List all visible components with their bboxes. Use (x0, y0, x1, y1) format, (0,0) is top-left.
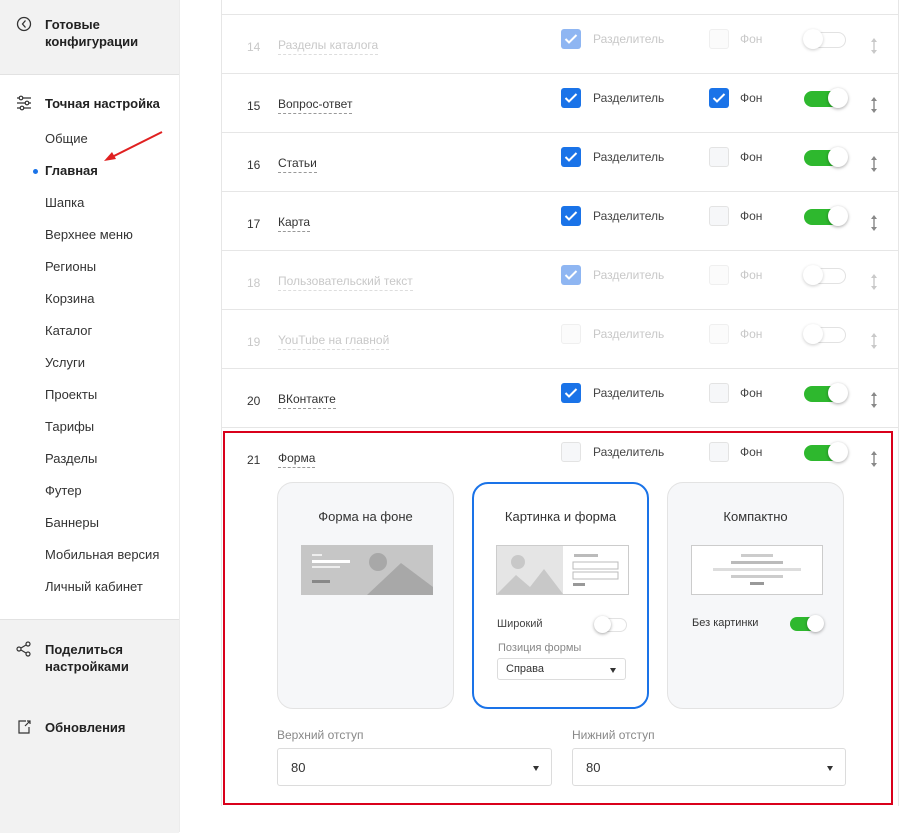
row-number: 19 (247, 335, 261, 349)
table-row: 17 Карта Разделитель Фон (222, 192, 898, 251)
drag-sort-icon[interactable] (870, 273, 878, 291)
sidebar-item-account[interactable]: Личный кабинет (45, 579, 143, 595)
highlight-frame (223, 431, 893, 805)
row-enable-toggle[interactable] (804, 206, 848, 226)
sidebar-item-catalog[interactable]: Каталог (45, 323, 92, 339)
row-enable-toggle[interactable] (804, 88, 848, 108)
table-row: 14 Разделы каталога Разделитель Фон (222, 15, 898, 74)
background-label: Фон (740, 150, 763, 164)
sidebar-item-general[interactable]: Общие (45, 131, 88, 147)
active-dot (33, 169, 38, 174)
divider-label: Разделитель (593, 386, 665, 400)
background-checkbox[interactable] (709, 383, 729, 403)
divider-label: Разделитель (593, 32, 665, 46)
table-row: 19 YouTube на главной Разделитель Фон (222, 310, 898, 369)
background-label: Фон (740, 386, 763, 400)
drag-sort-icon[interactable] (870, 391, 878, 409)
drag-sort-icon[interactable] (870, 155, 878, 173)
row-title-link[interactable]: Карта (278, 215, 311, 232)
table-row: 18 Пользовательский текст Разделитель Фон (222, 251, 898, 310)
background-label: Фон (740, 91, 763, 105)
row-title-link[interactable]: Разделы каталога (278, 38, 379, 55)
sidebar-section-fine-tuning[interactable]: Точная настройка (45, 95, 160, 112)
divider-checkbox[interactable] (561, 29, 581, 49)
row-enable-toggle[interactable] (803, 29, 846, 49)
drag-sort-icon[interactable] (870, 37, 878, 55)
sidebar-item-sections[interactable]: Разделы (45, 451, 97, 467)
sidebar-item-services[interactable]: Услуги (45, 355, 85, 371)
sidebar-item-footer[interactable]: Футер (45, 483, 82, 499)
background-label: Фон (740, 209, 763, 223)
row-enable-toggle[interactable] (803, 265, 846, 285)
sidebar-item-cart[interactable]: Корзина (45, 291, 95, 307)
presets-icon (16, 16, 32, 32)
row-enable-toggle[interactable] (804, 383, 848, 403)
row-number: 20 (247, 394, 261, 408)
sidebar-item-banners[interactable]: Баннеры (45, 515, 99, 531)
sliders-icon (17, 95, 31, 111)
sidebar-bottom-block: Поделиться настройками Обновления (0, 619, 179, 833)
divider-label: Разделитель (593, 209, 665, 223)
background-checkbox[interactable] (709, 206, 729, 226)
drag-sort-icon[interactable] (870, 214, 878, 232)
sidebar-item-main[interactable]: Главная (45, 163, 98, 179)
sidebar-top-block: Готовые конфигурации (0, 0, 179, 75)
sidebar-item-projects[interactable]: Проекты (45, 387, 97, 403)
divider-label: Разделитель (593, 327, 665, 341)
divider-checkbox[interactable] (561, 206, 581, 226)
sidebar-item-top-menu[interactable]: Верхнее меню (45, 227, 133, 243)
divider-checkbox[interactable] (561, 265, 581, 285)
row-title-link[interactable]: ВКонтакте (278, 392, 336, 409)
divider-label: Разделитель (593, 150, 665, 164)
sidebar-item-mobile[interactable]: Мобильная версия (45, 547, 159, 563)
background-checkbox[interactable] (709, 265, 729, 285)
background-checkbox[interactable] (709, 324, 729, 344)
row-number: 17 (247, 217, 261, 231)
update-icon (18, 720, 31, 734)
sidebar-item-header[interactable]: Шапка (45, 195, 84, 211)
row-number: 16 (247, 158, 261, 172)
divider-checkbox[interactable] (561, 147, 581, 167)
divider-checkbox[interactable] (561, 324, 581, 344)
divider-label: Разделитель (593, 268, 665, 282)
background-checkbox[interactable] (709, 88, 729, 108)
annotation-arrow-icon (104, 131, 163, 161)
sidebar-item-share[interactable]: Поделиться настройками (45, 641, 155, 675)
background-label: Фон (740, 268, 763, 282)
table-row: 20 ВКонтакте Разделитель Фон (222, 369, 898, 428)
sidebar-item-updates[interactable]: Обновления (45, 719, 126, 736)
drag-sort-icon[interactable] (870, 96, 878, 114)
background-checkbox[interactable] (709, 29, 729, 49)
row-enable-toggle[interactable] (803, 324, 846, 344)
table-row: 16 Статьи Разделитель Фон (222, 133, 898, 192)
row-number: 14 (247, 40, 261, 54)
divider-label: Разделитель (593, 91, 665, 105)
row-title-link[interactable]: Вопрос-ответ (278, 97, 353, 114)
row-title-link[interactable]: Статьи (278, 156, 317, 173)
background-label: Фон (740, 32, 763, 46)
sidebar: Готовые конфигурации Точная настройка Об… (0, 0, 180, 833)
row-number: 18 (247, 276, 261, 290)
sidebar-item-regions[interactable]: Регионы (45, 259, 96, 275)
background-label: Фон (740, 327, 763, 341)
divider-checkbox[interactable] (561, 88, 581, 108)
row-title-link[interactable]: Пользовательский текст (278, 274, 413, 291)
sidebar-item-tariffs[interactable]: Тарифы (45, 419, 94, 435)
background-checkbox[interactable] (709, 147, 729, 167)
row-number: 15 (247, 99, 261, 113)
divider-checkbox[interactable] (561, 383, 581, 403)
table-row: 15 Вопрос-ответ Разделитель Фон (222, 74, 898, 133)
row-title-link[interactable]: YouTube на главной (278, 333, 390, 350)
sidebar-item-presets[interactable]: Готовые конфигурации (45, 16, 179, 50)
share-icon (16, 641, 31, 657)
drag-sort-icon[interactable] (870, 332, 878, 350)
row-enable-toggle[interactable] (804, 147, 848, 167)
